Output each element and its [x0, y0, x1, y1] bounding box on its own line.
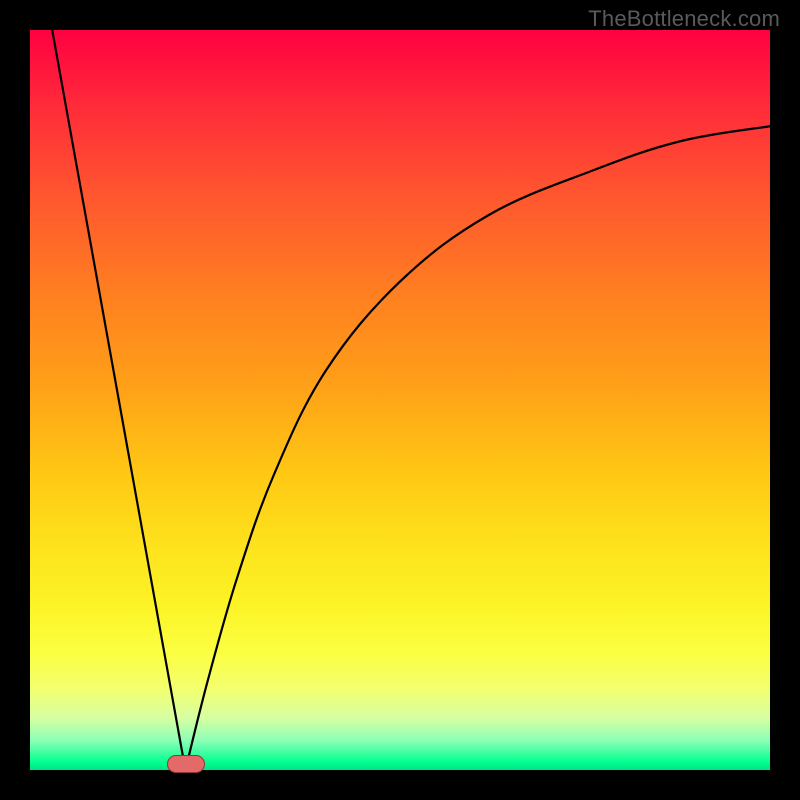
- curve-path: [52, 30, 770, 770]
- chart-container: TheBottleneck.com: [0, 0, 800, 800]
- watermark-text: TheBottleneck.com: [588, 6, 780, 32]
- bottleneck-marker: [167, 755, 205, 773]
- curve-layer: [30, 30, 770, 770]
